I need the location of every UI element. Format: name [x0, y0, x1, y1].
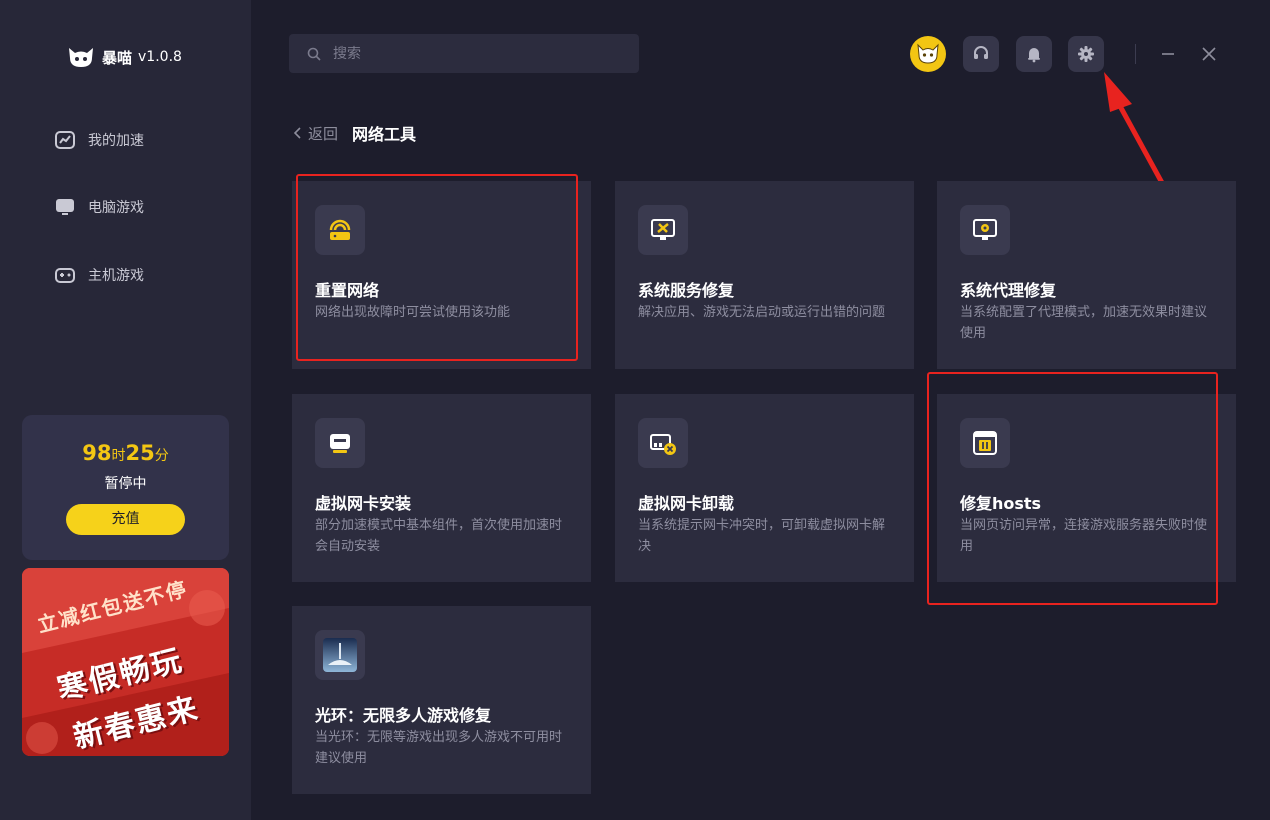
sidebar: 暴喵 v1.0.8 我的加速 电脑游戏 主机游戏 98时25分 暂停中 充值 立…	[0, 0, 251, 820]
close-icon	[1202, 47, 1216, 61]
recharge-button[interactable]: 充值	[66, 504, 185, 535]
app-logo: 暴喵 v1.0.8	[66, 44, 182, 70]
monitor-gear-icon	[960, 205, 1010, 255]
tool-card-system-service-repair[interactable]: 系统服务修复 解决应用、游戏无法启动或运行出错的问题	[615, 181, 914, 369]
back-label: 返回	[308, 124, 339, 143]
chevron-left-icon	[293, 127, 301, 139]
gear-icon	[1078, 46, 1094, 62]
minimize-icon	[1162, 53, 1174, 55]
tool-card-halo-infinite-repair[interactable]: 光环：无限多人游戏修复 当光环：无限等游戏出现多人游戏不可用时建议使用	[292, 606, 591, 794]
sidebar-item-pc-games[interactable]: 电脑游戏	[54, 196, 144, 218]
tool-description: 当系统配置了代理模式，加速无效果时建议使用	[960, 305, 1208, 341]
acceleration-status: 暂停中	[104, 476, 147, 492]
header-divider	[1135, 44, 1136, 64]
tool-title: 系统代理修复	[960, 281, 1057, 300]
tool-description: 当光环：无限等游戏出现多人游戏不可用时建议使用	[315, 730, 563, 766]
tool-description: 解决应用、游戏无法启动或运行出错的问题	[638, 305, 886, 320]
halo-game-icon	[315, 630, 365, 680]
monitor-tools-icon	[638, 205, 688, 255]
gamepad-icon	[55, 268, 75, 283]
tool-card-repair-hosts[interactable]: 修复hosts 当网页访问异常，连接游戏服务器失败时使用	[937, 394, 1236, 582]
user-avatar[interactable]	[910, 36, 946, 72]
tool-title: 虚拟网卡卸载	[638, 494, 735, 513]
chart-icon	[55, 131, 75, 149]
sidebar-item-label: 我的加速	[88, 133, 144, 149]
tool-description: 当系统提示网卡冲突时，可卸载虚拟网卡解决	[638, 518, 886, 554]
breadcrumb: 返回 网络工具	[292, 121, 416, 145]
page-title: 网络工具	[352, 125, 417, 144]
browser-tools-icon	[960, 418, 1010, 468]
network-card-icon	[315, 418, 365, 468]
minimize-button[interactable]	[1154, 40, 1182, 68]
tool-card-virtual-nic-install[interactable]: 虚拟网卡安装 部分加速模式中基本组件，首次使用加速时会自动安装	[292, 394, 591, 582]
hours-unit: 时	[111, 448, 126, 464]
minutes-unit: 分	[154, 448, 169, 464]
search-bar[interactable]	[289, 34, 639, 73]
network-card-remove-icon	[638, 418, 688, 468]
promo-banner[interactable]: 立减红包送不停 寒假畅玩 新春惠来	[22, 568, 229, 756]
tool-description: 部分加速模式中基本组件，首次使用加速时会自动安装	[315, 518, 563, 554]
tool-title: 光环：无限多人游戏修复	[315, 706, 492, 725]
tool-card-system-proxy-repair[interactable]: 系统代理修复 当系统配置了代理模式，加速无效果时建议使用	[937, 181, 1236, 369]
back-button[interactable]: 返回	[292, 123, 338, 144]
tool-title: 重置网络	[315, 281, 380, 300]
remaining-time: 98时25分	[22, 441, 229, 465]
notifications-button[interactable]	[1016, 36, 1052, 72]
close-button[interactable]	[1195, 40, 1223, 68]
cat-avatar-icon	[917, 43, 939, 64]
sidebar-item-label: 主机游戏	[88, 268, 144, 284]
search-icon	[307, 47, 321, 61]
tool-description: 网络出现故障时可尝试使用该功能	[315, 305, 511, 320]
hours-value: 98	[82, 441, 112, 465]
support-button[interactable]	[963, 36, 999, 72]
sidebar-item-label: 电脑游戏	[88, 200, 144, 216]
app-version: v1.0.8	[138, 49, 182, 65]
app-name: 暴喵	[102, 48, 133, 67]
sidebar-item-console-games[interactable]: 主机游戏	[54, 264, 144, 286]
monitor-icon	[56, 199, 74, 215]
tool-card-reset-network[interactable]: 重置网络 网络出现故障时可尝试使用该功能	[292, 181, 591, 369]
cat-logo-icon	[69, 48, 93, 67]
minutes-value: 25	[125, 441, 155, 465]
tool-title: 虚拟网卡安装	[315, 494, 412, 513]
tool-card-virtual-nic-uninstall[interactable]: 虚拟网卡卸载 当系统提示网卡冲突时，可卸载虚拟网卡解决	[615, 394, 914, 582]
time-balance-card: 98时25分 暂停中 充值	[22, 415, 229, 560]
search-input[interactable]	[331, 44, 625, 63]
headset-icon	[974, 46, 988, 59]
sidebar-item-my-acceleration[interactable]: 我的加速	[54, 129, 144, 151]
bell-icon	[1028, 48, 1040, 63]
tool-description: 当网页访问异常，连接游戏服务器失败时使用	[960, 518, 1208, 554]
router-icon	[315, 205, 365, 255]
tool-title: 修复hosts	[960, 494, 1042, 513]
tool-title: 系统服务修复	[638, 281, 735, 300]
